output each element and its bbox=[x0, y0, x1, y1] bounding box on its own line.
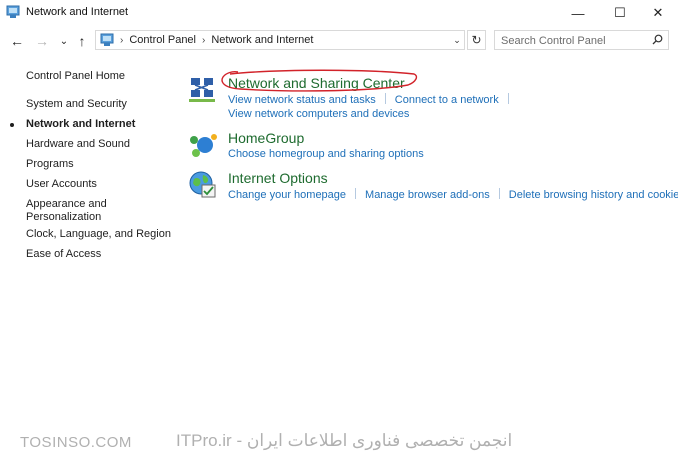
category-title-homegroup[interactable]: HomeGroup bbox=[228, 130, 304, 146]
recent-locations-icon[interactable]: ⌄ bbox=[54, 31, 74, 51]
forward-arrow-icon[interactable]: → bbox=[32, 31, 52, 51]
link-change-homepage[interactable]: Change your homepage bbox=[228, 189, 346, 201]
sidebar-item-programs[interactable]: Programs bbox=[26, 158, 74, 170]
refresh-icon[interactable]: ↻ bbox=[467, 30, 486, 50]
category-links: Choose homegroup and sharing options bbox=[228, 148, 424, 160]
breadcrumb-network-and-internet[interactable]: Network and Internet bbox=[211, 34, 313, 46]
category-links: View network computers and devices bbox=[228, 108, 409, 120]
address-bar[interactable]: › Control Panel › Network and Internet bbox=[95, 30, 465, 50]
link-divider bbox=[355, 188, 357, 199]
link-delete-browsing-history[interactable]: Delete browsing history and cookies bbox=[509, 189, 678, 201]
sidebar-item-appearance-and-personalization[interactable]: Appearance and Personalization bbox=[26, 198, 116, 224]
back-arrow-icon[interactable]: ← bbox=[7, 31, 27, 51]
chevron-right-icon: › bbox=[202, 34, 206, 46]
sidebar-item-label: Network and Internet bbox=[26, 118, 136, 130]
highlight-ring bbox=[221, 69, 418, 92]
link-view-network-computers[interactable]: View network computers and devices bbox=[228, 108, 409, 120]
search-input[interactable] bbox=[501, 33, 646, 49]
sidebar-item-clock-language-region[interactable]: Clock, Language, and Region bbox=[26, 228, 171, 240]
link-divider bbox=[507, 93, 509, 104]
close-button[interactable]: ✕ bbox=[638, 0, 678, 26]
link-choose-homegroup[interactable]: Choose homegroup and sharing options bbox=[228, 148, 424, 160]
breadcrumb-control-panel[interactable]: Control Panel bbox=[129, 34, 196, 46]
search-icon[interactable] bbox=[652, 34, 663, 45]
address-dropdown-icon[interactable]: ⌄ bbox=[449, 30, 465, 50]
chevron-right-icon: › bbox=[120, 34, 124, 46]
sidebar-item-hardware-and-sound[interactable]: Hardware and Sound bbox=[26, 138, 130, 150]
homegroup-icon bbox=[190, 134, 217, 157]
maximize-button[interactable]: ☐ bbox=[600, 0, 640, 26]
watermark-left: TOSINSO.COM bbox=[20, 434, 132, 451]
control-panel-icon bbox=[6, 5, 20, 18]
search-box bbox=[494, 30, 669, 50]
sidebar-item-user-accounts[interactable]: User Accounts bbox=[26, 178, 97, 190]
category-links: Change your homepage Manage browser add-o… bbox=[228, 188, 678, 201]
internet-options-icon bbox=[189, 171, 216, 198]
link-manage-add-ons[interactable]: Manage browser add-ons bbox=[365, 189, 490, 201]
current-page-bullet-icon bbox=[10, 123, 14, 127]
network-sharing-icon bbox=[189, 78, 215, 102]
minimize-button[interactable]: — bbox=[558, 0, 598, 26]
sidebar-item-network-and-internet[interactable]: Network and Internet bbox=[10, 118, 136, 130]
control-panel-icon bbox=[100, 33, 114, 46]
navigation-bar: ← → ⌄ ↑ › Control Panel › Network and In… bbox=[0, 29, 678, 53]
sidebar-item-system-and-security[interactable]: System and Security bbox=[26, 98, 127, 110]
link-divider bbox=[498, 188, 500, 199]
up-arrow-icon[interactable]: ↑ bbox=[72, 31, 92, 51]
window-title: Network and Internet bbox=[26, 6, 129, 18]
category-title-internet-options[interactable]: Internet Options bbox=[228, 170, 328, 186]
title-bar: Network and Internet — ☐ ✕ bbox=[0, 0, 678, 26]
sidebar-item-control-panel-home[interactable]: Control Panel Home bbox=[26, 70, 125, 82]
watermark-right: ITPro.ir - انجمن تخصصی فناوری اطلاعات ای… bbox=[176, 431, 513, 450]
sidebar-item-ease-of-access[interactable]: Ease of Access bbox=[26, 248, 101, 260]
